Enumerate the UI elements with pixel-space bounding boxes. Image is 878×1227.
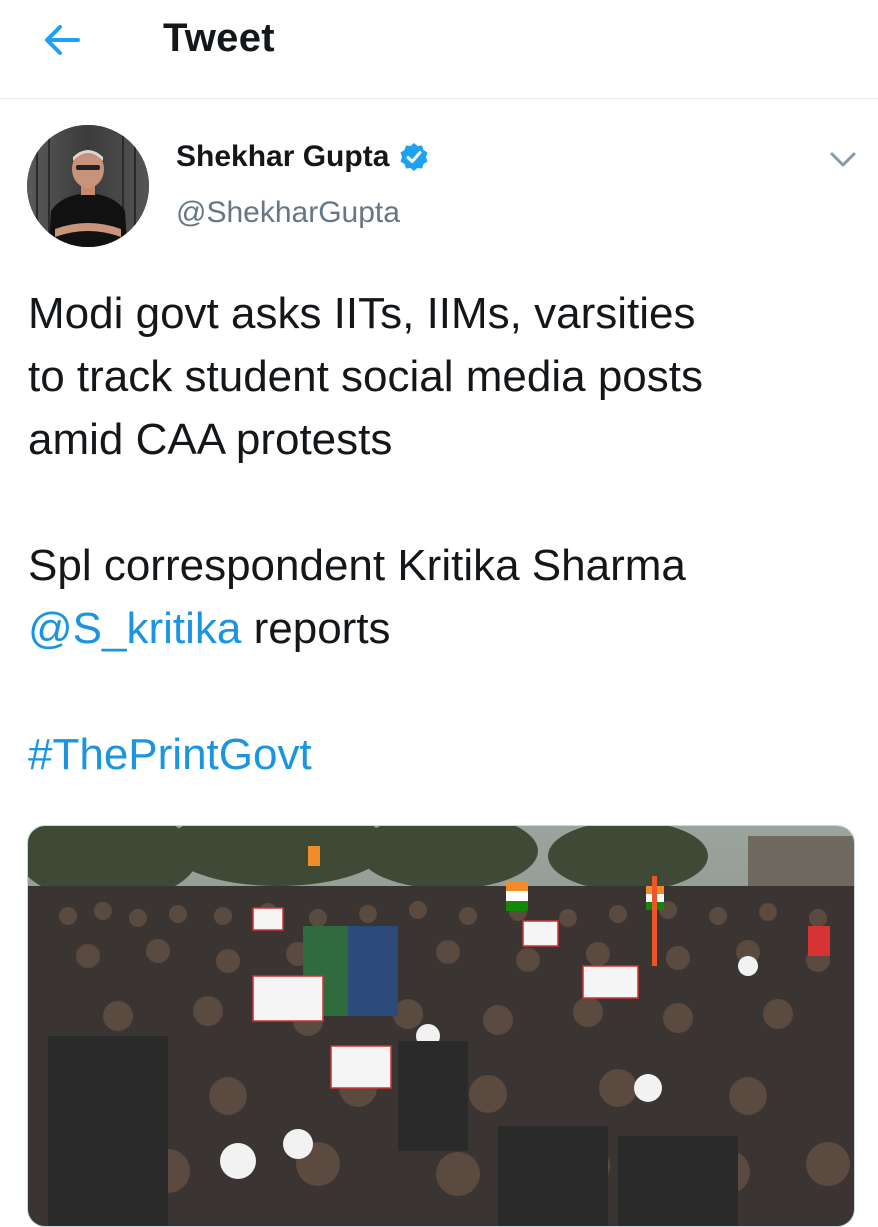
- author-handle[interactable]: @ShekharGupta: [176, 196, 400, 230]
- arrow-left-icon: [45, 25, 80, 55]
- hashtag-link[interactable]: #ThePrintGovt: [28, 730, 312, 779]
- tweet-line-mention: @S_kritika reports: [28, 597, 858, 660]
- avatar-image: [27, 125, 149, 247]
- tweet-media-photo[interactable]: [27, 825, 855, 1227]
- tweet-line: amid CAA protests: [28, 415, 393, 464]
- author-name-row[interactable]: Shekhar Gupta: [176, 140, 429, 174]
- chevron-down-icon: [830, 152, 856, 167]
- tweet-menu-button[interactable]: [826, 146, 860, 174]
- author-display-name[interactable]: Shekhar Gupta: [176, 140, 389, 174]
- tweet-line: Modi govt asks IITs, IIMs, varsities: [28, 289, 696, 338]
- tweet-line: to track student social media posts: [28, 352, 703, 401]
- back-button[interactable]: [40, 18, 84, 62]
- verified-badge-icon: [400, 143, 428, 171]
- page-title: Tweet: [163, 16, 275, 60]
- protest-photo: [28, 826, 854, 1226]
- tweet-text: Modi govt asks IITs, IIMs, varsities to …: [28, 282, 858, 786]
- mention-suffix: reports: [241, 604, 391, 653]
- top-bar: Tweet: [0, 0, 878, 99]
- tweet-line: Spl correspondent Kritika Sharma: [28, 541, 686, 590]
- mention-link[interactable]: @S_kritika: [28, 604, 241, 653]
- avatar[interactable]: [27, 125, 149, 247]
